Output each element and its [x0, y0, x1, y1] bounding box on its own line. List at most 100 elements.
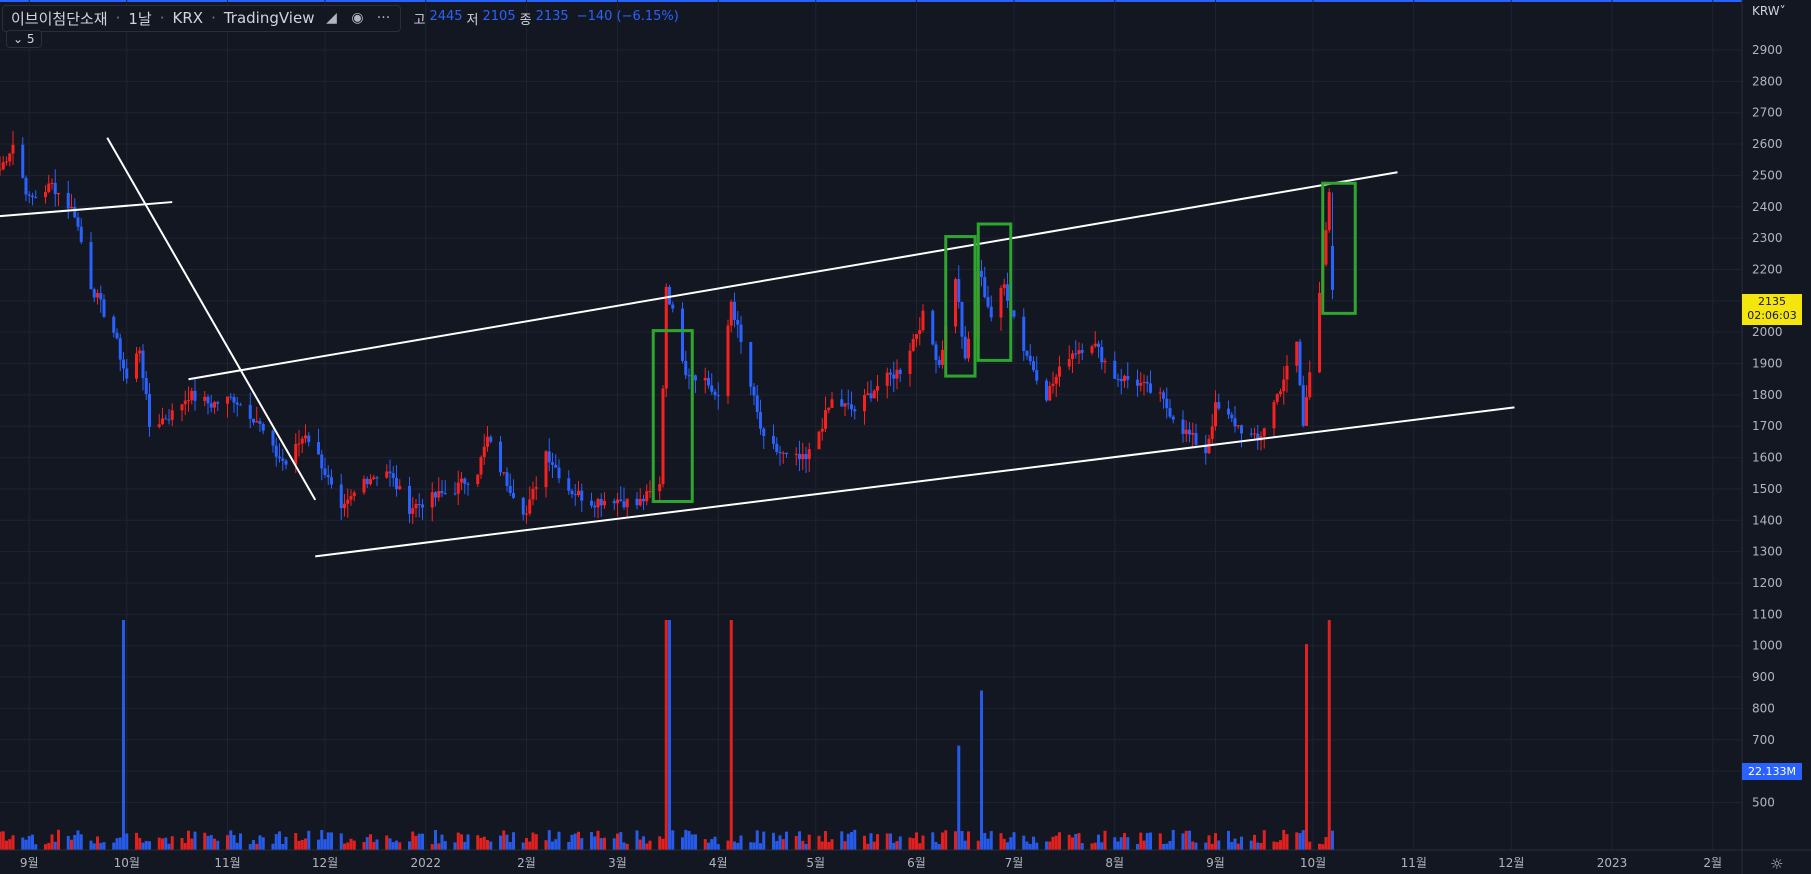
volume-bar [843, 841, 847, 850]
volume-bar [918, 843, 922, 850]
volume-bar [70, 839, 73, 850]
candle-body [827, 407, 831, 411]
volume-bar [261, 837, 265, 850]
x-tick-label: 2월 [517, 856, 536, 870]
volume-bar [1025, 841, 1029, 850]
trendline [106, 137, 317, 501]
candle-body [918, 330, 922, 335]
volume-bar [989, 831, 993, 850]
series-legend: 이브이첨단소재 · 1날 · KRX · TradingView ◢ ◉ ···… [2, 4, 679, 32]
candle-body [346, 499, 350, 504]
x-tick-label: 10월 [114, 856, 140, 870]
volume-bar [294, 833, 298, 850]
volume-bar [1071, 837, 1074, 850]
candle-body [44, 192, 47, 198]
volume-bar [567, 841, 571, 850]
volume-bar [807, 834, 811, 850]
candle-body [89, 242, 93, 290]
symbol-name[interactable]: 이브이첨단소재 [11, 8, 108, 29]
volume-bar [1067, 834, 1071, 850]
candle-body [1217, 402, 1221, 409]
volume-bar [252, 839, 255, 850]
candle-body [785, 452, 788, 454]
volume-bar [512, 832, 515, 850]
volume-bar [395, 840, 398, 850]
candle-body [921, 310, 925, 331]
eye-icon[interactable]: ◉ [348, 11, 366, 25]
candle-body [365, 478, 369, 485]
volume-bar [892, 842, 896, 850]
volume-bar [372, 841, 376, 850]
candle-body [908, 350, 912, 374]
volume-bar [885, 833, 889, 850]
y-tick-label: 1600 [1752, 451, 1783, 465]
candle-body [1214, 402, 1217, 427]
candle-body [463, 478, 467, 484]
symbol-box[interactable]: 이브이첨단소재 · 1날 · KRX · TradingView ◢ ◉ ··· [2, 4, 402, 32]
flag-icon[interactable]: ◢ [322, 11, 340, 25]
volume-bar [648, 840, 652, 850]
volume-bar [554, 839, 558, 850]
y-tick-label: 1300 [1752, 545, 1783, 559]
candle-body [248, 404, 252, 419]
volume-bar [365, 837, 369, 850]
volume-bar [141, 842, 145, 850]
candle-body [889, 372, 892, 375]
price-chart[interactable]: 2900280027002600250024002300220021002000… [0, 0, 1811, 874]
candle-body [1028, 355, 1032, 362]
volume-bar [1308, 841, 1312, 850]
volume-bar [300, 839, 304, 850]
volume-bar [482, 836, 486, 850]
y-tick-label: 1000 [1752, 639, 1783, 653]
gear-icon[interactable]: ☼ [1770, 855, 1783, 873]
volume-bar [138, 837, 142, 850]
candle-body [1045, 380, 1048, 401]
candle-body [343, 503, 346, 509]
candle-body [437, 490, 441, 498]
candle-body [421, 504, 424, 508]
candle-body [440, 490, 444, 494]
volume-bar [625, 843, 629, 850]
candle-body [476, 474, 480, 485]
currency-selector[interactable]: KRW˅ [1752, 4, 1786, 18]
volume-bar [213, 838, 216, 850]
candle-body [96, 293, 99, 298]
volume-bar [778, 835, 782, 850]
more-icon[interactable]: ··· [374, 11, 392, 25]
candle-body [804, 454, 808, 460]
candle-body [983, 277, 987, 298]
volume-bar [521, 842, 525, 850]
volume-bar [1032, 836, 1035, 850]
volume-bar [710, 839, 714, 850]
volume-bar [476, 835, 480, 850]
volume-bar [1103, 830, 1107, 850]
volume-bar [921, 835, 925, 850]
candle-body [99, 293, 103, 300]
candle-body [739, 324, 743, 343]
candle-body [512, 492, 515, 498]
volume-bar [411, 831, 415, 850]
indicator-count: 5 [26, 32, 35, 46]
volume-bar [1097, 834, 1100, 850]
candle-body [846, 403, 850, 405]
trendline [188, 171, 1398, 381]
volume-bar [596, 830, 600, 850]
volume-bar [642, 836, 645, 850]
candle-body [1071, 353, 1074, 360]
candle-body [1308, 372, 1312, 398]
candle-body [398, 485, 402, 490]
candle-body [762, 428, 766, 437]
highlight-boxes [651, 181, 1357, 503]
candle-body [281, 458, 285, 461]
collapse-indicators-button[interactable]: ⌄ 5 [6, 30, 42, 48]
volume-bar [1324, 837, 1328, 850]
candle-body [941, 349, 944, 365]
candle-body [551, 462, 554, 465]
volume-bar [755, 830, 759, 850]
candle-body [960, 301, 964, 337]
volume-bar [1249, 840, 1253, 850]
highlight-box [976, 222, 1013, 362]
interval-label[interactable]: 1날 [128, 8, 151, 29]
volume-bar [89, 840, 93, 850]
y-tick-label: 2300 [1752, 231, 1783, 245]
